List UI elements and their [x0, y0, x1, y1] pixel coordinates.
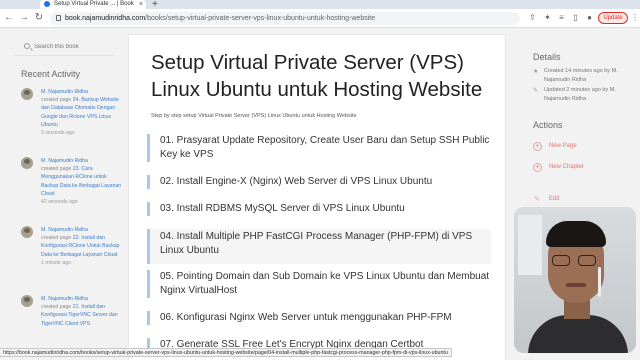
- activity-action: created page: [41, 235, 72, 242]
- close-tab-icon[interactable]: ×: [139, 0, 143, 9]
- left-sidebar: Recent Activity M. Najamudin Ridha creat…: [14, 38, 121, 355]
- activity-action: created page: [41, 304, 72, 311]
- activity-user-link[interactable]: M. Najamudin Ridha: [41, 158, 88, 164]
- new-page-button[interactable]: + New Page: [533, 142, 577, 151]
- search-icon: [24, 43, 30, 49]
- activity-user-link[interactable]: M. Najamudin Ridha: [41, 227, 88, 233]
- activity-action: created page: [41, 97, 72, 104]
- profile-icon[interactable]: ●: [585, 13, 594, 22]
- more-menu-icon[interactable]: ⋮: [631, 13, 639, 22]
- activity-time: 3 seconds ago: [41, 130, 75, 137]
- reload-icon[interactable]: ↻: [33, 12, 45, 23]
- activity-action: created page: [41, 166, 72, 173]
- edit-icon: ✎: [534, 196, 540, 203]
- chapter-link[interactable]: 06. Konfigurasi Nginx Web Server untuk m…: [147, 311, 491, 325]
- avatar: [21, 157, 33, 169]
- actions-title: Actions: [533, 120, 563, 130]
- activity-item: M. Najamudin Ridha created page 22. Inst…: [21, 226, 120, 286]
- plus-icon: +: [533, 142, 542, 151]
- book-description: Step by step setup Virtual Private Serve…: [151, 113, 357, 119]
- avatar: [21, 226, 33, 238]
- address-bar[interactable]: book.najamudinridha.com/books/setup-virt…: [50, 12, 520, 25]
- search-input[interactable]: [34, 41, 110, 53]
- activity-item: M. Najamudin Ridha created page 24. Back…: [21, 88, 120, 148]
- tab-title: Setup Virtual Private ... | Book: [54, 1, 134, 7]
- plus-icon: +: [533, 163, 542, 172]
- link-status-bar: https://book.najamudinridha.com/books/se…: [0, 348, 452, 357]
- forward-icon[interactable]: →: [18, 12, 30, 23]
- extension-puzzle-icon[interactable]: ✦: [543, 13, 552, 22]
- edit-button[interactable]: ✎ Edit: [533, 195, 559, 204]
- browser-tab-strip: Setup Virtual Private ... | Book × +: [0, 0, 640, 15]
- recent-activity-title: Recent Activity: [21, 69, 81, 79]
- activity-item: M. Najamudin Ridha created page 21. Inst…: [21, 295, 120, 355]
- created-info: ★ Created 14 minutes ago by M. Najamudin…: [533, 68, 618, 83]
- lock-icon[interactable]: [56, 15, 61, 21]
- chapter-link[interactable]: 05. Pointing Domain dan Sub Domain ke VP…: [147, 270, 491, 298]
- updated-info: ✎ Updated 2 minutes ago by M. Najamudin …: [533, 87, 616, 102]
- book-content: Setup Virtual Private Server (VPS) Linux…: [128, 34, 506, 360]
- pencil-icon: ✎: [533, 88, 539, 94]
- favicon-icon: [44, 1, 50, 7]
- book-search[interactable]: [14, 38, 114, 56]
- browser-tab-active[interactable]: Setup Virtual Private ... | Book ×: [40, 0, 146, 9]
- update-button[interactable]: Update: [598, 12, 628, 24]
- chapter-link[interactable]: 03. Install RDBMS MySQL Server di VPS Li…: [147, 202, 491, 216]
- activity-time: 1 minute ago: [41, 259, 71, 266]
- chapter-link[interactable]: 02. Install Engine-X (Nginx) Web Server …: [147, 175, 491, 189]
- activity-item: M. Najamudin Ridha created page 23. Cara…: [21, 157, 121, 217]
- url-text[interactable]: book.najamudinridha.com/books/setup-virt…: [65, 12, 375, 25]
- browser-toolbar: ← → ↻ book.najamudinridha.com/books/setu…: [0, 9, 640, 28]
- chapter-link[interactable]: 01. Prasyarat Update Repository, Create …: [147, 134, 491, 162]
- chapter-link[interactable]: 04. Install Multiple PHP FastCGI Process…: [147, 229, 491, 264]
- reading-list-icon[interactable]: ≡: [557, 13, 566, 22]
- details-title: Details: [533, 52, 561, 62]
- activity-time: 42 seconds ago: [41, 199, 78, 206]
- side-panel-icon[interactable]: ▯: [571, 13, 580, 22]
- activity-user-link[interactable]: M. Najamudin Ridha: [41, 296, 88, 302]
- avatar: [21, 88, 33, 100]
- star-icon: ★: [533, 69, 539, 75]
- new-chapter-button[interactable]: + New Chapter: [533, 163, 584, 172]
- share-icon[interactable]: ⇪: [528, 13, 537, 22]
- webcam-overlay: [514, 207, 636, 353]
- activity-user-link[interactable]: M. Najamudin Ridha: [41, 89, 88, 95]
- page-title: Setup Virtual Private Server (VPS) Linux…: [151, 51, 483, 101]
- back-icon[interactable]: ←: [3, 12, 15, 23]
- avatar: [21, 295, 33, 307]
